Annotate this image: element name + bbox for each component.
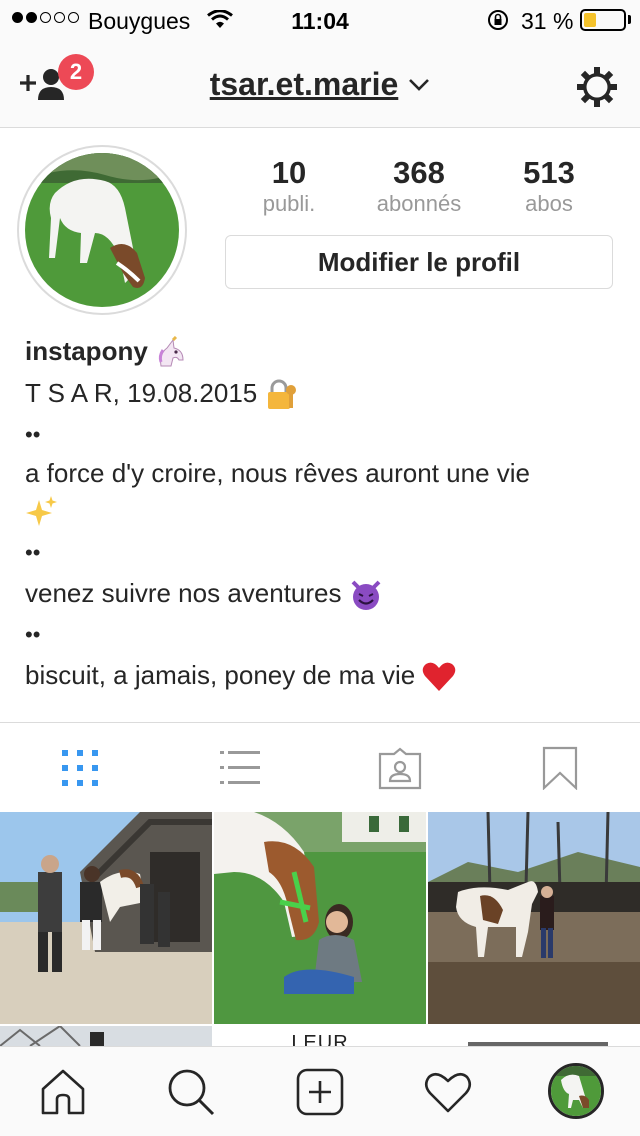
unicorn-emoji-icon bbox=[158, 336, 184, 367]
bio-display-name: instapony bbox=[25, 336, 148, 366]
bio-separator: •• bbox=[25, 422, 41, 447]
status-bar: Bouygues 11:04 31 % bbox=[0, 0, 640, 40]
activity-heart-icon[interactable] bbox=[423, 1067, 473, 1117]
lock-with-key-emoji-icon bbox=[268, 379, 297, 410]
bio-text-3: venez suivre nos aventures bbox=[25, 578, 342, 608]
bottom-navigation bbox=[0, 1046, 640, 1136]
stat-posts: 10 publi. bbox=[224, 156, 354, 218]
stat-following[interactable]: 513 abos bbox=[484, 156, 614, 218]
bio-line-3: venez suivre nos aventures bbox=[25, 578, 625, 612]
list-view-icon[interactable] bbox=[218, 746, 262, 790]
smiling-devil-emoji-icon bbox=[351, 580, 381, 611]
partial-post-text: LEUR bbox=[291, 1032, 349, 1046]
new-post-icon[interactable] bbox=[295, 1067, 345, 1117]
post-thumbnail[interactable] bbox=[0, 812, 212, 1024]
account-switcher[interactable]: tsar.et.marie bbox=[0, 66, 640, 103]
bio-line-4: biscuit, a jamais, poney de ma vie bbox=[25, 660, 625, 693]
following-count: 513 bbox=[523, 155, 575, 190]
red-heart-emoji-icon bbox=[423, 662, 456, 692]
posts-count: 10 bbox=[271, 155, 307, 190]
search-icon[interactable] bbox=[166, 1067, 216, 1117]
post-thumbnail[interactable] bbox=[428, 812, 640, 1024]
post-thumbnail[interactable] bbox=[214, 812, 426, 1024]
bio-name-line: instapony bbox=[25, 336, 625, 370]
posts-label: publi. bbox=[262, 191, 316, 216]
bio-separator-3: •• bbox=[25, 622, 41, 647]
bio-line-1: T S A R, 19.08.2015 bbox=[25, 378, 625, 412]
tabs-divider bbox=[0, 722, 640, 723]
battery-level-fill bbox=[584, 13, 596, 27]
rotation-lock-icon bbox=[488, 10, 508, 30]
bio-sparkles-line bbox=[25, 494, 625, 528]
battery-icon bbox=[580, 9, 626, 31]
bio-separator-2: •• bbox=[25, 540, 41, 565]
home-icon[interactable] bbox=[38, 1067, 88, 1117]
followers-label: abonnés bbox=[376, 191, 462, 216]
bio-line-2: a force d'y croire, nous rêves auront un… bbox=[25, 458, 531, 488]
saved-bookmark-icon[interactable] bbox=[538, 746, 582, 790]
post-thumbnail-partial[interactable] bbox=[428, 1026, 640, 1046]
battery-percent: 31 % bbox=[521, 8, 574, 34]
profile-header: 2 tsar.et.marie bbox=[0, 40, 640, 128]
settings-gear-icon[interactable] bbox=[574, 64, 620, 110]
tagged-photos-icon[interactable] bbox=[378, 746, 422, 790]
grid-view-icon[interactable] bbox=[58, 746, 102, 790]
following-label: abos bbox=[525, 191, 573, 216]
post-thumbnail-partial[interactable] bbox=[0, 1026, 212, 1046]
bio-text-1: T S A R, 19.08.2015 bbox=[25, 378, 258, 408]
edit-profile-button[interactable]: Modifier le profil bbox=[225, 235, 613, 289]
stat-followers[interactable]: 368 abonnés bbox=[354, 156, 484, 218]
sparkles-emoji-icon bbox=[26, 496, 57, 527]
post-thumbnail-partial[interactable]: LEUR bbox=[214, 1026, 426, 1046]
battery-tip bbox=[628, 15, 631, 24]
bio-text-4: biscuit, a jamais, poney de ma vie bbox=[25, 660, 416, 690]
username-title: tsar.et.marie bbox=[209, 66, 399, 102]
profile-avatar[interactable] bbox=[25, 153, 179, 307]
followers-count: 368 bbox=[393, 155, 445, 190]
profile-tab-avatar[interactable] bbox=[548, 1063, 604, 1119]
chevron-down-icon bbox=[409, 78, 430, 91]
